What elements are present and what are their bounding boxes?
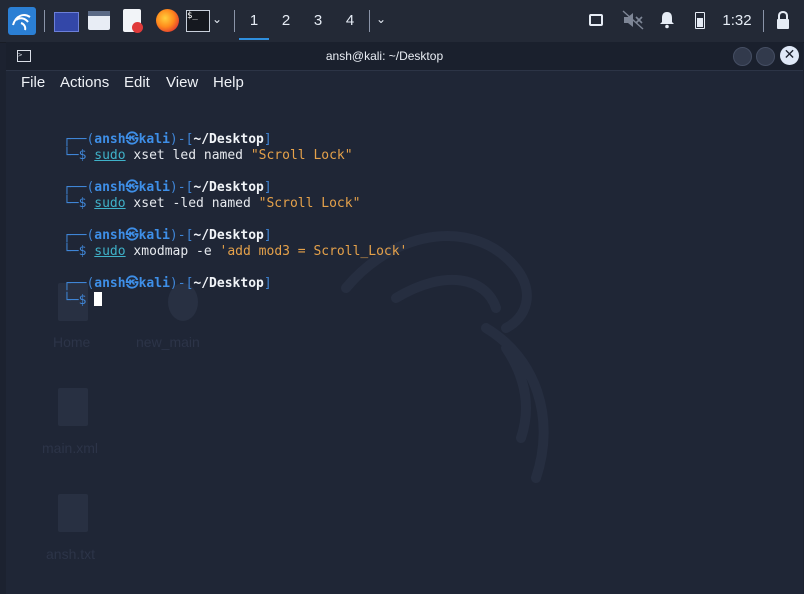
menu-file[interactable]: File (21, 71, 45, 95)
text-cursor (94, 292, 103, 306)
workspace-menu-icon[interactable]: ⌄ (376, 12, 390, 28)
ghost-mainxml-label: main.xml (42, 440, 99, 456)
menubar: File Actions Edit View Help (6, 71, 803, 97)
minimize-button[interactable] (733, 47, 752, 66)
terminal-icon[interactable]: $_ (186, 10, 210, 32)
menu-help[interactable]: Help (213, 71, 244, 95)
file-manager-icon[interactable] (88, 11, 110, 30)
notification-bell-icon[interactable] (659, 11, 675, 29)
prompt-line-3: ┌──(ansh㉿kali)-[~/Desktop] (62, 228, 272, 243)
kali-menu-icon[interactable] (8, 7, 36, 35)
firefox-icon[interactable] (156, 9, 179, 32)
prompt-line-1: ┌──(ansh㉿kali)-[~/Desktop] (62, 132, 272, 147)
terminal-area[interactable]: Home new_main main.xml ansh.txt ┌──(ansh… (6, 98, 803, 594)
menu-view[interactable]: View (166, 71, 198, 95)
chevron-down-icon[interactable]: ⌄ (212, 12, 226, 28)
workspace-2[interactable]: 2 (271, 0, 301, 40)
ghost-newmain-label: new_main (136, 334, 200, 350)
workspace-3[interactable]: 3 (303, 0, 333, 40)
ghost-mainxml-icon (58, 388, 88, 426)
volume-muted-icon[interactable] (622, 10, 644, 30)
prompt-line-2: ┌──(ansh㉿kali)-[~/Desktop] (62, 180, 272, 195)
taskbar: $_ ⌄ 1 2 3 4 ⌄ 1:32 (0, 0, 804, 43)
command-line-2: └─$ sudo xset -led named "Scroll Lock" (62, 196, 361, 211)
battery-icon[interactable] (695, 12, 705, 29)
workspace-4[interactable]: 4 (335, 0, 365, 40)
close-icon: ✕ (783, 47, 796, 63)
window-title: ansh@kali: ~/Desktop (325, 49, 444, 63)
ghost-anshtxt-icon (58, 494, 88, 532)
lock-icon[interactable] (775, 10, 791, 30)
command-line-4[interactable]: └─$ (16, 276, 103, 308)
titlebar[interactable]: > ansh@kali: ~/Desktop ✕ (6, 42, 803, 71)
show-desktop-icon[interactable] (54, 12, 79, 32)
text-editor-icon[interactable] (123, 9, 143, 33)
menu-actions[interactable]: Actions (60, 71, 109, 95)
workspace-1[interactable]: 1 (239, 0, 269, 40)
menu-edit[interactable]: Edit (124, 71, 150, 95)
command-line-1: └─$ sudo xset led named "Scroll Lock" (62, 148, 353, 163)
clock[interactable]: 1:32 (720, 0, 754, 42)
terminal-window: > ansh@kali: ~/Desktop ✕ File Actions Ed… (6, 42, 803, 594)
close-button[interactable]: ✕ (780, 46, 799, 65)
prompt-line-4: ┌──(ansh㉿kali)-[~/Desktop] (62, 276, 272, 291)
command-line-3: └─$ sudo xmodmap -e 'add mod3 = Scroll_L… (62, 244, 408, 259)
ghost-anshtxt-label: ansh.txt (46, 546, 96, 562)
ghost-home-label: Home (53, 334, 91, 350)
network-icon[interactable] (589, 14, 603, 26)
maximize-button[interactable] (756, 47, 775, 66)
